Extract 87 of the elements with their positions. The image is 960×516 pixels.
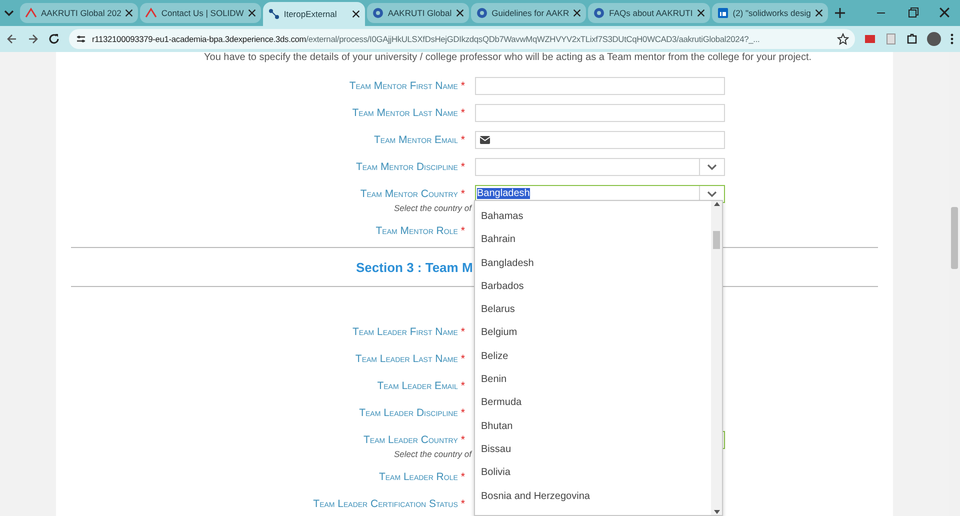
field-label: Team Mentor Discipline xyxy=(356,160,458,172)
browser-tab[interactable]: IteropExternal xyxy=(262,2,365,26)
field-label: Team Leader Last Name xyxy=(355,352,458,364)
dropdown-option[interactable]: Bahamas xyxy=(481,205,524,228)
address-bar[interactable]: r1132100093379-eu1-academia-bpa.3dexperience.3ds.com/external/process/I0GAjjHkULSXfDsHejGDIkzdqsQDb7WavwMqWZHVYV2xTLixf7S3DUtCqH0WCAD3/aakrutiGlobal2024?_... xyxy=(69,29,855,49)
field-label: Team Leader Certification Status xyxy=(313,498,458,510)
flow-icon xyxy=(268,8,280,20)
chevron-down-icon xyxy=(707,190,717,198)
help-text: Select the country of xyxy=(394,448,472,460)
close-icon[interactable] xyxy=(573,9,582,17)
close-icon[interactable] xyxy=(125,9,134,17)
intro-text: You have to specify the details of your university / college professor who will be acting as a Team mentor from the college for your project. xyxy=(204,52,812,64)
dropdown-option[interactable]: Belarus xyxy=(481,298,515,322)
extension-icon[interactable] xyxy=(864,33,876,45)
star-icon[interactable] xyxy=(837,33,849,45)
required-mark: * xyxy=(460,380,465,392)
dropdown-option[interactable]: Barbados xyxy=(481,274,524,298)
field-label: Team Mentor Role xyxy=(376,224,458,236)
scroll-down-icon[interactable] xyxy=(714,509,720,515)
browser-tab[interactable]: Guidelines for AAKR xyxy=(470,3,586,23)
text-field[interactable] xyxy=(475,76,725,94)
envelope-icon xyxy=(480,136,490,144)
restore-icon[interactable] xyxy=(907,7,919,19)
section-heading: Section 3 : Team M xyxy=(356,260,473,274)
close-icon[interactable] xyxy=(352,10,360,18)
required-mark: * xyxy=(460,134,465,146)
logo-icon xyxy=(145,7,158,19)
required-mark: * xyxy=(460,326,465,338)
logo-icon xyxy=(25,7,37,19)
dropdown-option[interactable]: Belgium xyxy=(481,321,518,345)
browser-tab[interactable]: AAKRUTI Global xyxy=(366,3,469,23)
required-mark: * xyxy=(460,224,465,236)
dropdown-option[interactable]: Bahrain xyxy=(481,228,516,252)
globe-icon xyxy=(593,7,606,19)
browser-tab[interactable]: (2) "solidworks desig xyxy=(712,3,828,23)
dropdown-option[interactable]: Bosnia and Herzegovina xyxy=(481,484,590,508)
required-mark: * xyxy=(460,106,465,118)
scrollbar-thumb[interactable] xyxy=(951,207,958,269)
dropdown-option[interactable]: Bissau xyxy=(481,438,512,462)
browser-tab[interactable]: FAQs about AAKRUTI xyxy=(588,3,710,23)
close-icon[interactable] xyxy=(814,9,823,17)
required-mark: * xyxy=(460,80,465,92)
required-mark: * xyxy=(460,160,465,172)
dropdown-option[interactable]: Bolivia xyxy=(481,461,510,485)
globe-icon xyxy=(476,7,488,19)
chevron-down-icon xyxy=(707,162,717,170)
forward-icon[interactable] xyxy=(27,33,39,45)
dropdown-option[interactable]: Belize xyxy=(481,344,508,368)
avatar-icon[interactable] xyxy=(927,32,941,46)
browser-tab[interactable]: Contact Us | SOLIDW xyxy=(140,3,261,23)
close-icon[interactable] xyxy=(939,7,950,18)
required-mark: * xyxy=(460,470,465,482)
required-mark: * xyxy=(460,498,465,510)
close-icon[interactable] xyxy=(696,9,705,17)
field-label: Team Leader Role xyxy=(378,470,458,482)
dropdown-option[interactable]: Bermuda xyxy=(481,391,522,415)
field-label: Team Leader Email xyxy=(377,380,458,392)
site-settings-icon[interactable] xyxy=(75,33,87,45)
menu-icon[interactable] xyxy=(950,33,954,45)
required-mark: * xyxy=(460,352,465,364)
dropdown-option[interactable]: Bangladesh xyxy=(481,252,534,275)
select-field[interactable] xyxy=(475,158,725,176)
required-mark: * xyxy=(460,406,465,418)
field-label: Team Mentor Country xyxy=(360,188,458,200)
browser-tab[interactable]: AAKRUTI Global 202 xyxy=(20,3,138,23)
reload-icon[interactable] xyxy=(48,33,60,45)
field-label: Team Leader Discipline xyxy=(359,406,458,418)
back-icon[interactable] xyxy=(6,33,18,45)
text-field[interactable] xyxy=(475,104,725,122)
required-mark: * xyxy=(460,188,465,200)
plus-icon[interactable] xyxy=(834,7,846,19)
field-label: Team Mentor Email xyxy=(374,134,458,146)
scrollbar[interactable] xyxy=(711,201,722,515)
field-label: Team Leader Country xyxy=(364,434,458,446)
field-label: Team Mentor First Name xyxy=(349,80,458,92)
email-field[interactable] xyxy=(475,130,725,148)
field-label: Team Mentor Last Name xyxy=(352,106,458,118)
close-icon[interactable] xyxy=(456,9,464,17)
tab-search-icon[interactable] xyxy=(4,9,14,17)
close-icon[interactable] xyxy=(248,9,256,17)
scrollbar-thumb[interactable] xyxy=(713,231,720,249)
field-label: Team Leader First Name xyxy=(352,326,458,338)
dropdown-option[interactable]: Benin xyxy=(481,368,507,392)
help-text: Select the country of xyxy=(394,202,472,214)
required-mark: * xyxy=(460,434,465,446)
dropdown-option[interactable]: Bhutan xyxy=(481,414,513,438)
globe-icon xyxy=(372,7,384,19)
